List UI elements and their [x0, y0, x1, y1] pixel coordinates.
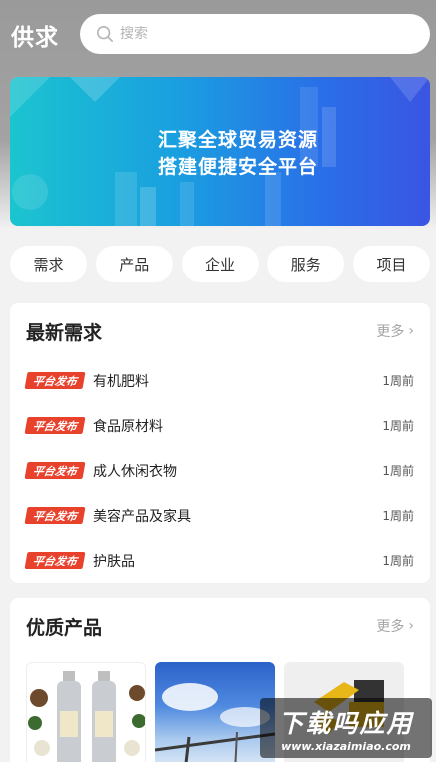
- header: 供求: [0, 0, 436, 68]
- latest-demand-card: 最新需求 更多 › 平台发布 有机肥料 1周前 平台发布 食品原材料 1周前 平…: [10, 303, 430, 583]
- demand-title: 成人休闲衣物: [93, 463, 177, 480]
- demand-time: 1周前: [382, 374, 414, 388]
- product-image: [155, 683, 275, 762]
- category-tabs: 需求 产品 企业 服务 项目: [10, 246, 430, 282]
- product-image: [28, 671, 145, 762]
- list-item[interactable]: 平台发布 美容产品及家具 1周前: [24, 493, 414, 538]
- banner-line-2: 搭建便捷安全平台: [158, 156, 319, 178]
- banner-slogan: 汇聚全球贸易资源 搭建便捷安全平台: [158, 127, 318, 181]
- list-item[interactable]: 平台发布 护肤品 1周前: [24, 538, 414, 583]
- search-input[interactable]: [120, 26, 400, 42]
- latest-demand-header: 最新需求 更多 ›: [26, 317, 414, 345]
- list-item[interactable]: 平台发布 食品原材料 1周前: [24, 403, 414, 448]
- product-card-oil-bottles[interactable]: [26, 662, 146, 762]
- promo-banner[interactable]: 汇聚全球贸易资源 搭建便捷安全平台: [10, 77, 430, 226]
- demand-title: 美容产品及家具: [93, 508, 191, 525]
- category-products[interactable]: 产品: [95, 246, 173, 282]
- category-companies[interactable]: 企业: [181, 246, 259, 282]
- demand-time: 1周前: [382, 464, 414, 478]
- platform-tag: 平台发布: [24, 417, 86, 434]
- demand-time: 1周前: [382, 509, 414, 523]
- search-bar[interactable]: [80, 14, 430, 54]
- section-title: 最新需求: [26, 321, 103, 344]
- product-card-tower-crane[interactable]: [155, 662, 275, 762]
- chevron-right-icon: ›: [408, 323, 414, 339]
- quality-products-header: 优质产品 更多 ›: [26, 612, 414, 640]
- products-more-link[interactable]: 更多 ›: [376, 616, 414, 636]
- demand-title: 有机肥料: [93, 373, 149, 390]
- platform-tag: 平台发布: [24, 507, 86, 524]
- demand-more-link[interactable]: 更多 ›: [376, 321, 414, 341]
- demand-time: 1周前: [382, 554, 414, 568]
- list-item[interactable]: 平台发布 有机肥料 1周前: [24, 358, 414, 403]
- demand-list: 平台发布 有机肥料 1周前 平台发布 食品原材料 1周前 平台发布 成人休闲衣物…: [24, 358, 414, 583]
- search-icon: [96, 25, 114, 43]
- category-projects[interactable]: 项目: [353, 246, 430, 282]
- chevron-right-icon: ›: [408, 618, 414, 634]
- watermark-logo: 下载吗应用 www.xiazaimiao.com: [260, 698, 432, 758]
- demand-time: 1周前: [382, 419, 414, 433]
- platform-tag: 平台发布: [24, 552, 86, 569]
- category-services[interactable]: 服务: [267, 246, 345, 282]
- demand-title: 护肤品: [93, 553, 135, 570]
- more-label: 更多: [376, 619, 405, 635]
- banner-line-1: 汇聚全球贸易资源: [158, 129, 319, 151]
- page-title: 供求: [11, 25, 59, 51]
- platform-tag: 平台发布: [24, 462, 86, 479]
- section-title: 优质产品: [26, 616, 103, 639]
- demand-title: 食品原材料: [93, 418, 163, 435]
- watermark-url: www.xiazaimiao.com: [281, 739, 411, 753]
- platform-tag: 平台发布: [24, 372, 86, 389]
- watermark-text: 下载吗应用: [278, 708, 414, 738]
- list-item[interactable]: 平台发布 成人休闲衣物 1周前: [24, 448, 414, 493]
- category-demand[interactable]: 需求: [10, 246, 87, 282]
- more-label: 更多: [376, 324, 405, 340]
